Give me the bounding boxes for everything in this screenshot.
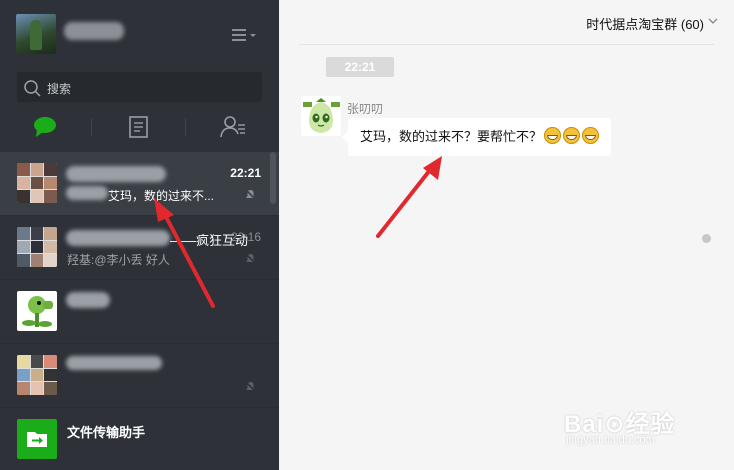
- chat-time: 22:16: [230, 230, 261, 244]
- time-divider: 22:21: [326, 57, 394, 77]
- file-transfer-avatar: [17, 419, 57, 459]
- search-input[interactable]: 搜索: [47, 80, 71, 97]
- chat-list-item[interactable]: ——疯狂互动 22:16 羟基:@李小丢 好人: [0, 216, 279, 280]
- chevron-down-icon[interactable]: [708, 17, 718, 25]
- chat-tab-icon[interactable]: [31, 114, 59, 140]
- chat-preview: 羟基:@李小丢 好人: [67, 253, 170, 267]
- search-bar[interactable]: 搜索: [17, 72, 262, 102]
- message-bubble[interactable]: 艾玛，数的过来不？要帮忙不？: [341, 118, 612, 156]
- baidu-jingyan-watermark: Bai⊙经验 jingyan.baidu.com: [560, 398, 730, 460]
- group-avatar: [17, 227, 57, 267]
- group-avatar: [17, 163, 57, 203]
- contacts-book-tab-icon[interactable]: [125, 114, 153, 140]
- chat-list-item[interactable]: [0, 344, 279, 408]
- scroll-indicator-dot: [702, 234, 711, 243]
- blurred-chat-name: [66, 292, 110, 308]
- group-avatar: [17, 355, 57, 395]
- blurred-chat-name: [66, 230, 170, 246]
- folder-arrow-icon: [27, 432, 47, 447]
- chat-header: 时代据点淘宝群 (60): [299, 0, 718, 45]
- tab-divider: [91, 118, 92, 136]
- mute-bell-icon: [244, 188, 257, 201]
- contact-avatar: [17, 291, 57, 331]
- tab-divider: [185, 118, 186, 136]
- sender-avatar[interactable]: [301, 96, 341, 136]
- grin-emoji-icon: [544, 127, 562, 144]
- blurred-chat-name: [66, 166, 166, 182]
- sidebar: 搜索 22:21 艾玛，数的过来不... ——疯狂互动 22:16 羟基:@李小…: [0, 0, 279, 470]
- chat-time: 22:21: [230, 166, 261, 180]
- peashooter-icon: [22, 296, 53, 327]
- chat-name: 文件传输助手: [67, 425, 146, 440]
- user-avatar[interactable]: [16, 14, 56, 54]
- cartoon-avatar-icon: [303, 98, 340, 133]
- message-text: 艾玛，数的过来不？要帮忙不？: [360, 129, 543, 144]
- chat-list-item[interactable]: 22:21 艾玛，数的过来不...: [0, 152, 279, 216]
- sidebar-scrollbar[interactable]: [270, 152, 276, 204]
- watermark-url: jingyan.baidu.com: [566, 434, 655, 446]
- sender-name: 张叨叨: [347, 102, 384, 116]
- chat-title[interactable]: 时代据点淘宝群 (60): [586, 14, 704, 33]
- search-icon: [24, 80, 41, 97]
- contacts-tab-icon[interactable]: [219, 114, 247, 140]
- menu-icon[interactable]: [232, 27, 258, 43]
- grin-emoji-icon: [563, 127, 581, 144]
- blurred-sender: [66, 186, 108, 200]
- blurred-username: [64, 22, 124, 40]
- chat-list-item[interactable]: 文件传输助手: [0, 408, 279, 470]
- blurred-chat-name: [66, 356, 162, 370]
- grin-emoji-icon: [582, 127, 600, 144]
- chat-preview: 艾玛，数的过来不...: [108, 189, 215, 203]
- mute-bell-icon: [244, 380, 257, 393]
- sidebar-tabs: [0, 110, 279, 146]
- chat-list-item[interactable]: [0, 280, 279, 344]
- mute-bell-icon: [244, 252, 257, 265]
